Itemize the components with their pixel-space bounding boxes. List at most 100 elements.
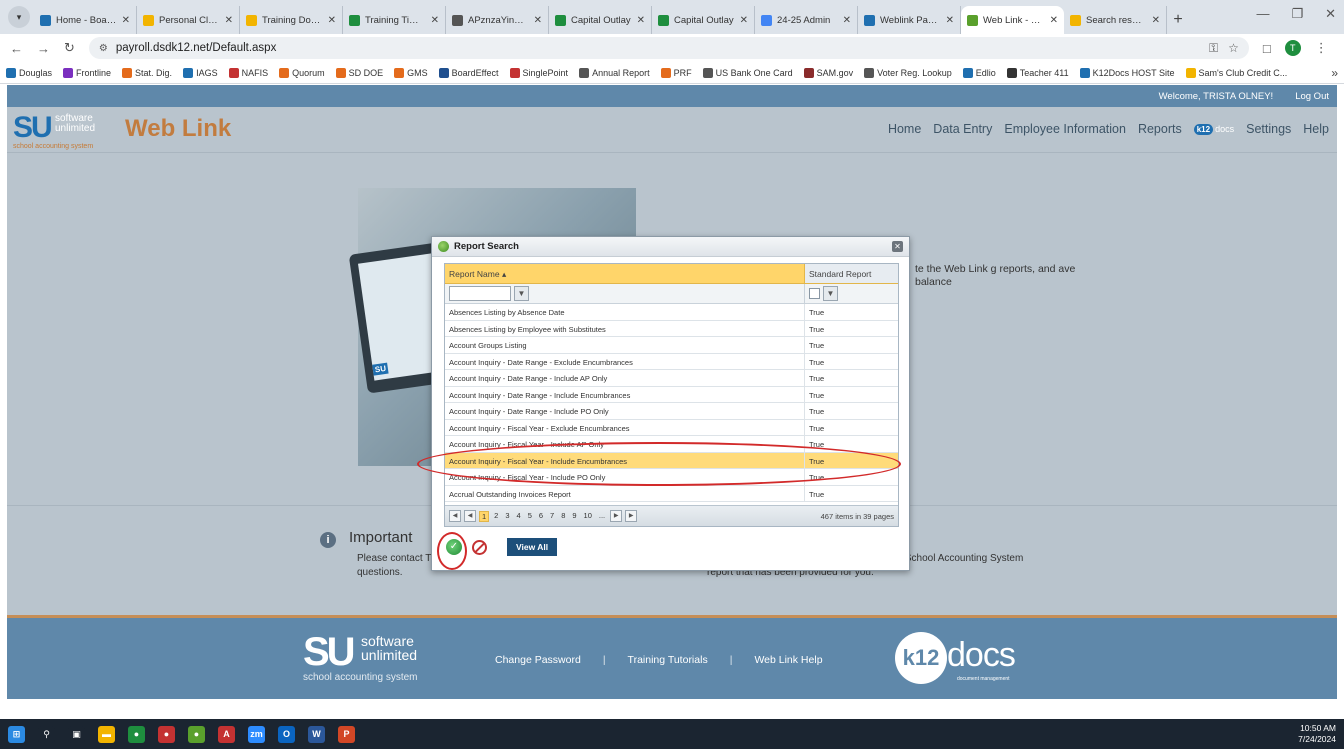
table-row[interactable]: Account Inquiry - Fiscal Year - Exclude … bbox=[445, 419, 898, 436]
bookmark-item[interactable]: Annual Report bbox=[579, 67, 650, 78]
browser-tab[interactable]: Personal Cloud ✕ bbox=[137, 6, 240, 34]
browser-tab[interactable]: Training Documents ✕ bbox=[240, 6, 343, 34]
page-number-link[interactable]: 10 bbox=[582, 511, 594, 522]
tab-search-menu-icon[interactable]: ▾ bbox=[8, 6, 30, 28]
bookmark-item[interactable]: GMS bbox=[394, 67, 428, 78]
cancel-button[interactable] bbox=[472, 539, 487, 555]
profile-avatar[interactable]: T bbox=[1284, 40, 1301, 56]
tab-close-icon[interactable]: ✕ bbox=[225, 15, 233, 26]
column-report-name[interactable]: Report Name ▴ bbox=[445, 264, 805, 283]
tab-close-icon[interactable]: ✕ bbox=[122, 15, 130, 26]
bookmark-item[interactable]: SinglePoint bbox=[509, 67, 568, 78]
browser-tab[interactable]: Weblink Payroll ✕ bbox=[858, 6, 961, 34]
nav-reports[interactable]: Reports bbox=[1138, 122, 1182, 136]
nav-k12docs-icon[interactable]: k12 docs bbox=[1193, 123, 1234, 135]
bookmark-item[interactable]: Edlio bbox=[962, 67, 996, 78]
filter-icon[interactable]: ▼ bbox=[514, 286, 529, 301]
bookmark-item[interactable]: BoardEffect bbox=[438, 67, 499, 78]
bookmark-star-icon[interactable]: ☆ bbox=[1228, 41, 1239, 56]
browser-tab[interactable]: Search results ✕ bbox=[1064, 6, 1167, 34]
table-row[interactable]: Account Inquiry - Date Range - Include P… bbox=[445, 403, 898, 420]
bookmark-item[interactable]: Quorum bbox=[279, 67, 325, 78]
standard-report-filter-checkbox[interactable] bbox=[809, 288, 820, 299]
table-row[interactable]: Account Inquiry - Date Range - Exclude E… bbox=[445, 353, 898, 370]
bookmark-item[interactable]: Voter Reg. Lookup bbox=[864, 67, 952, 78]
table-row[interactable]: Account Inquiry - Date Range - Include A… bbox=[445, 370, 898, 387]
bookmark-item[interactable]: Douglas bbox=[6, 67, 52, 78]
reload-icon[interactable]: ↻ bbox=[64, 40, 75, 56]
browser-tab[interactable]: Training Timeline ✕ bbox=[343, 6, 446, 34]
next-page-icon[interactable]: ▶ bbox=[610, 510, 623, 522]
bookmark-item[interactable]: SD DOE bbox=[335, 67, 383, 78]
back-icon[interactable]: ← bbox=[10, 41, 23, 56]
site-info-icon[interactable]: ⚙ bbox=[99, 43, 108, 54]
page-number-link[interactable]: 3 bbox=[503, 511, 511, 522]
tab-close-icon[interactable]: ✕ bbox=[946, 15, 954, 26]
dialog-close-icon[interactable]: ✕ bbox=[892, 241, 903, 252]
bookmark-item[interactable]: Frontline bbox=[63, 67, 111, 78]
web-link-help-link[interactable]: Web Link Help bbox=[754, 654, 822, 666]
password-key-icon[interactable]: ⚿ bbox=[1209, 41, 1218, 56]
powerpoint-icon[interactable]: P bbox=[338, 725, 355, 743]
tab-close-icon[interactable]: ✕ bbox=[534, 15, 542, 26]
page-number-link[interactable]: 1 bbox=[479, 510, 490, 522]
system-clock[interactable]: 10:50 AM 7/24/2024 bbox=[1298, 723, 1336, 745]
bookmark-item[interactable]: PRF bbox=[660, 67, 692, 78]
first-page-icon[interactable]: ◀ bbox=[449, 510, 461, 522]
nav-settings[interactable]: Settings bbox=[1246, 122, 1291, 136]
browser-tab[interactable]: APznzaYinPaw ✕ bbox=[446, 6, 549, 34]
acrobat-icon[interactable]: A bbox=[218, 725, 235, 743]
nav-home[interactable]: Home bbox=[888, 122, 921, 136]
change-password-link[interactable]: Change Password bbox=[495, 654, 581, 666]
zoom-icon[interactable]: zm bbox=[248, 725, 265, 743]
bookmark-item[interactable]: SAM.gov bbox=[803, 67, 853, 78]
page-number-link[interactable]: 5 bbox=[526, 511, 534, 522]
forward-icon[interactable]: → bbox=[37, 41, 50, 56]
browser-tab[interactable]: Capital Outlay ✕ bbox=[652, 6, 755, 34]
nav-help[interactable]: Help bbox=[1303, 122, 1329, 136]
extensions-icon[interactable]: □ bbox=[1263, 41, 1271, 56]
bookmark-item[interactable]: IAGS bbox=[183, 67, 218, 78]
training-tutorials-link[interactable]: Training Tutorials bbox=[628, 654, 708, 666]
tab-close-icon[interactable]: ✕ bbox=[1050, 15, 1058, 26]
restore-icon[interactable]: ❐ bbox=[1291, 6, 1303, 22]
bookmark-item[interactable]: Stat. Dig. bbox=[122, 67, 172, 78]
search-icon[interactable]: ⚲ bbox=[38, 725, 55, 743]
bookmark-item[interactable]: NAFIS bbox=[228, 67, 268, 78]
windows-icon[interactable]: ⊞ bbox=[8, 725, 25, 743]
su-logo[interactable]: SU software unlimited school accounting s… bbox=[13, 113, 123, 151]
filter-icon[interactable]: ▼ bbox=[823, 286, 838, 301]
page-number-link[interactable]: 9 bbox=[570, 511, 578, 522]
tab-close-icon[interactable]: ✕ bbox=[740, 15, 748, 26]
nav-data-entry[interactable]: Data Entry bbox=[933, 122, 992, 136]
report-name-filter-input[interactable] bbox=[449, 286, 511, 301]
column-standard-report[interactable]: Standard Report bbox=[805, 264, 898, 283]
chrome-profile-icon[interactable]: ● bbox=[158, 725, 175, 743]
tab-close-icon[interactable]: ✕ bbox=[328, 15, 336, 26]
bookmark-item[interactable]: Teacher 411 bbox=[1006, 67, 1069, 78]
last-page-icon[interactable]: ▶ bbox=[625, 510, 638, 522]
dialog-titlebar[interactable]: Report Search ✕ bbox=[432, 237, 909, 257]
view-all-button[interactable]: View All bbox=[507, 538, 558, 556]
address-bar[interactable]: ⚙ payroll.dsdk12.net/Default.aspx ⚿ ☆ bbox=[88, 37, 1249, 59]
close-window-icon[interactable]: ✕ bbox=[1325, 6, 1336, 22]
page-number-link[interactable]: 6 bbox=[537, 511, 545, 522]
table-row[interactable]: Absences Listing by Absence Date True bbox=[445, 304, 898, 321]
browser-tab[interactable]: Capital Outlay ✕ bbox=[549, 6, 652, 34]
page-number-link[interactable]: 7 bbox=[548, 511, 556, 522]
browser-menu-icon[interactable]: ⋮ bbox=[1315, 40, 1328, 56]
page-number-link[interactable]: 8 bbox=[559, 511, 567, 522]
file-explorer-icon[interactable]: ▬ bbox=[98, 725, 115, 743]
table-row[interactable]: Absences Listing by Employee with Substi… bbox=[445, 320, 898, 337]
chrome-app-icon[interactable]: ● bbox=[188, 725, 205, 743]
outlook-icon[interactable]: O bbox=[278, 725, 295, 743]
table-row[interactable]: Account Inquiry - Date Range - Include E… bbox=[445, 386, 898, 403]
prev-page-icon[interactable]: ◀ bbox=[464, 510, 476, 522]
task-view-icon[interactable]: ▣ bbox=[68, 725, 85, 743]
page-number-link[interactable]: ... bbox=[597, 511, 607, 522]
bookmark-item[interactable]: US Bank One Card bbox=[702, 67, 793, 78]
logout-link[interactable]: Log Out bbox=[1295, 91, 1329, 102]
browser-tab[interactable]: Web Link - Home ✕ bbox=[961, 6, 1064, 34]
tab-close-icon[interactable]: ✕ bbox=[637, 15, 645, 26]
page-number-link[interactable]: 2 bbox=[492, 511, 500, 522]
